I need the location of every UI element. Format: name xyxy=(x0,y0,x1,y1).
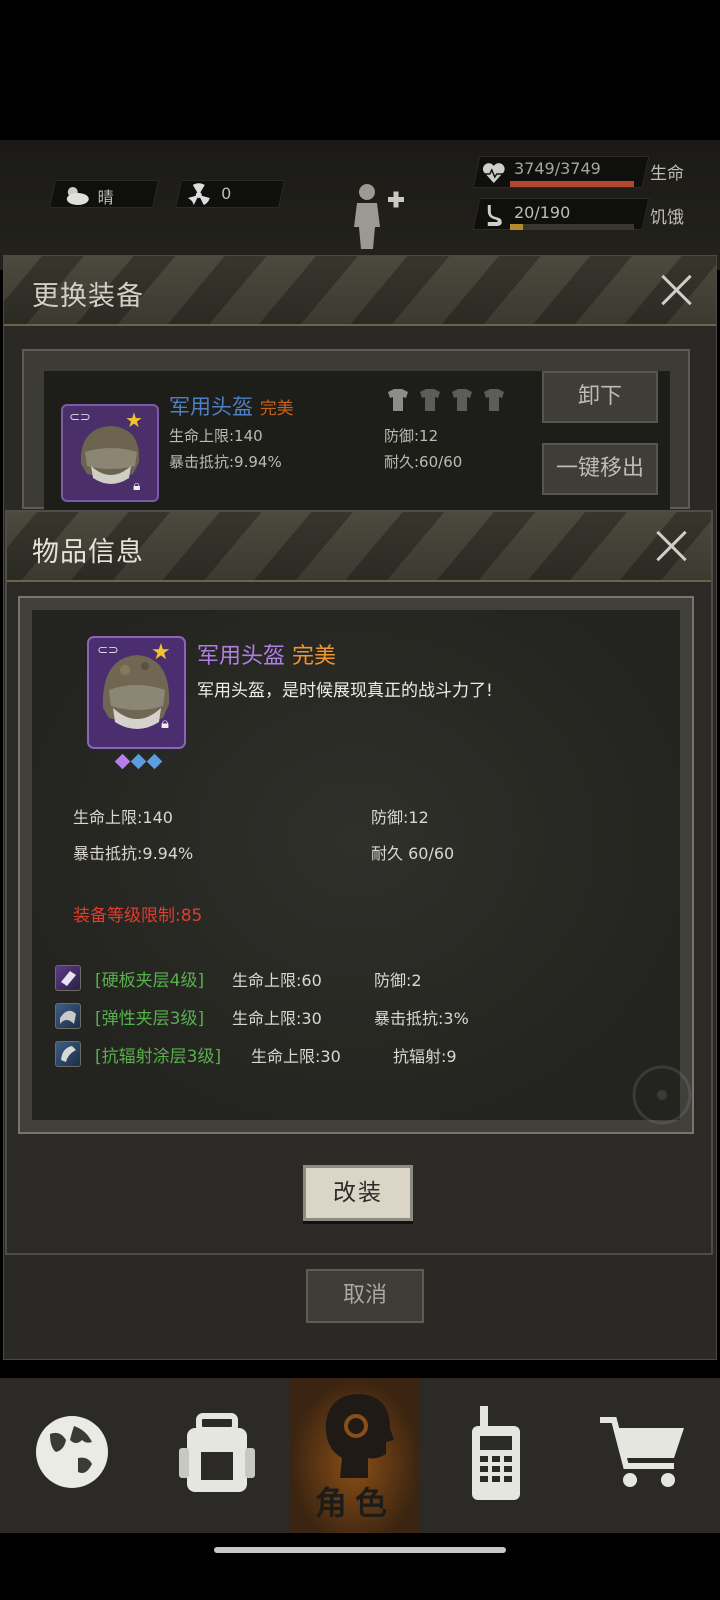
item-info-panel: ★ ⊂⊃ 🔒︎ 军用头盔 完美 军用头盔，是时候展现真正的战斗力了! 生命上限:… xyxy=(18,596,694,1134)
link-icon: ⊂⊃ xyxy=(97,643,119,658)
head-gear-icon xyxy=(325,1394,394,1478)
hard-plate-mod-icon xyxy=(55,965,81,991)
stat-defense: 防御:12 xyxy=(371,808,429,827)
equipped-stat-defense: 防御:12 xyxy=(384,427,439,445)
unequip-button[interactable]: 卸下 xyxy=(542,371,658,423)
dialog-title: 更换装备 xyxy=(32,281,144,312)
nav-character-label: 角色 xyxy=(314,1484,395,1522)
stomach-icon xyxy=(487,205,502,226)
mod-stat: 生命上限:60 xyxy=(232,971,322,990)
anti-radiation-mod-icon xyxy=(55,1041,81,1067)
walkie-talkie-icon xyxy=(472,1406,520,1500)
radiation-watermark-icon xyxy=(632,1065,692,1125)
weather-pill: 晴 xyxy=(49,180,159,208)
nav-backpack[interactable] xyxy=(145,1378,290,1533)
elastic-layer-mod-icon xyxy=(55,1003,81,1029)
purple-gem-icon xyxy=(114,753,131,770)
equipped-item-card[interactable]: ★ ⊂⊃ 🔒︎ 军用头盔 完美 生命上限:140 暴击抵抗:9.94% 防御:1… xyxy=(44,371,670,511)
radiation-value: 0 xyxy=(221,184,232,203)
hunger-bar-fill xyxy=(510,224,524,230)
heart-icon xyxy=(482,163,505,183)
hunger-bar xyxy=(510,224,634,230)
level-requirement: 装备等级限制:85 xyxy=(73,906,203,926)
item-description: 军用头盔，是时候展现真正的战斗力了! xyxy=(197,681,493,701)
blue-gem-icon xyxy=(130,753,147,770)
helmet-item-slot[interactable]: ★ ⊂⊃ 🔒︎ xyxy=(87,636,186,770)
item-name: 军用头盔 完美 xyxy=(197,638,336,670)
bottom-nav: 角色 xyxy=(0,1378,720,1533)
mod-stat: 暴击抵抗:3% xyxy=(374,1009,469,1028)
remove-all-button[interactable]: 一键移出 xyxy=(542,443,658,495)
mod-name: [硬板夹层4级] xyxy=(95,971,205,991)
nav-radio[interactable] xyxy=(420,1378,570,1533)
health-label: 生命 xyxy=(650,164,684,184)
mod-stat: 抗辐射:9 xyxy=(393,1047,457,1066)
blue-gem-icon xyxy=(146,753,163,770)
cart-icon xyxy=(600,1417,684,1487)
item-info-content: ★ ⊂⊃ 🔒︎ 军用头盔 完美 军用头盔，是时候展现真正的战斗力了! 生命上限:… xyxy=(32,610,692,1125)
weather-text: 晴 xyxy=(97,188,114,207)
item-quality-text: 完美 xyxy=(259,399,294,419)
shirt-icon xyxy=(388,389,504,411)
nav-world[interactable] xyxy=(0,1378,145,1533)
star-icon: ★ xyxy=(151,640,171,665)
modify-button[interactable]: 改装 xyxy=(303,1165,413,1221)
globe-icon xyxy=(36,1416,108,1488)
nav-character[interactable]: 角色 xyxy=(290,1378,420,1533)
mod-name: [弹性夹层3级] xyxy=(95,1009,205,1029)
stat-durability: 耐久 60/60 xyxy=(371,844,455,863)
health-bar-fill xyxy=(510,181,634,187)
cancel-button[interactable]: 取消 xyxy=(306,1269,424,1323)
home-indicator[interactable] xyxy=(214,1547,506,1553)
lock-icon: 🔒︎ xyxy=(161,714,169,732)
close-icon[interactable] xyxy=(660,273,694,307)
star-icon: ★ xyxy=(125,408,143,432)
hunger-label: 饥饿 xyxy=(650,208,684,228)
radiation-pill: 0 xyxy=(175,180,285,208)
helmet-item-slot[interactable]: ★ ⊂⊃ 🔒︎ xyxy=(61,404,159,502)
equipped-item-panel: ★ ⊂⊃ 🔒︎ 军用头盔 完美 生命上限:140 暴击抵抗:9.94% 防御:1… xyxy=(22,349,690,511)
stat-crit-resist: 暴击抵抗:9.94% xyxy=(73,844,194,863)
health-bar xyxy=(510,181,634,187)
item-name-text: 军用头盔 xyxy=(197,644,286,669)
backpack-icon xyxy=(179,1413,255,1492)
stat-hp: 生命上限:140 xyxy=(73,808,173,827)
dialog-header: 更换装备 xyxy=(4,256,716,326)
hunger-value: 20/190 xyxy=(514,203,571,222)
mod-name: [抗辐射涂层3级] xyxy=(95,1047,222,1067)
link-icon: ⊂⊃ xyxy=(69,410,91,425)
equipped-item-name: 军用头盔 完美 xyxy=(169,391,294,421)
durability-shirts xyxy=(384,387,510,417)
mod-stat: 防御:2 xyxy=(374,971,422,990)
item-info-header: 物品信息 xyxy=(7,512,711,582)
nav-shop[interactable] xyxy=(570,1378,720,1533)
item-quality-text: 完美 xyxy=(292,644,337,669)
health-value: 3749/3749 xyxy=(514,159,601,178)
close-icon[interactable] xyxy=(655,529,689,563)
equipped-stat-durability: 耐久:60/60 xyxy=(384,453,463,471)
character-body-icon[interactable] xyxy=(352,183,408,249)
item-name-text: 军用头盔 xyxy=(169,395,253,419)
equipped-stat-crit: 暴击抵抗:9.94% xyxy=(169,453,282,471)
mod-stat: 生命上限:30 xyxy=(232,1009,322,1028)
mod-stat: 生命上限:30 xyxy=(251,1047,341,1066)
lock-icon: 🔒︎ xyxy=(133,478,141,494)
equipped-stat-hp: 生命上限:140 xyxy=(169,427,263,445)
item-info-dialog: 物品信息 ★ ⊂⊃ 🔒︎ 军用头盔 完美 军用头盔，是时候展现真正的战斗力了! … xyxy=(5,510,713,1255)
cloud-sun-icon xyxy=(66,187,89,205)
radiation-icon xyxy=(187,183,210,205)
item-info-title: 物品信息 xyxy=(32,537,144,568)
